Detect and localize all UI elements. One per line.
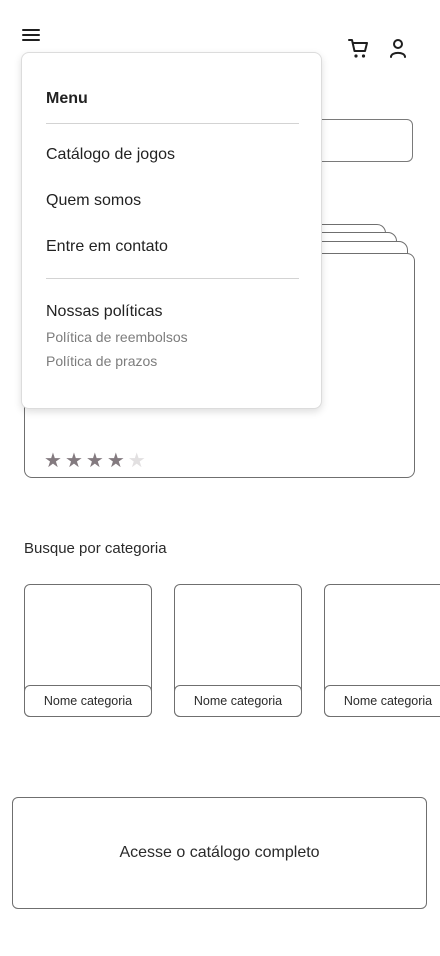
star-filled-icon: ★: [64, 450, 83, 472]
category-label: Nome categoria: [324, 685, 440, 717]
hamburger-menu-icon-glyph: [22, 29, 40, 41]
category-label: Nome categoria: [174, 685, 302, 717]
shopping-cart-icon[interactable]: [346, 36, 370, 60]
menu-divider: [46, 278, 299, 279]
category-label: Nome categoria: [24, 685, 152, 717]
full-catalog-button[interactable]: Acesse o catálogo completo: [12, 797, 427, 909]
user-profile-icon[interactable]: [387, 36, 409, 60]
star-empty-icon: ★: [127, 450, 146, 472]
menu-item-catalogo[interactable]: Catálogo de jogos: [46, 146, 175, 164]
menu-subitem-prazos[interactable]: Política de prazos: [46, 353, 157, 369]
categories-title: Busque por categoria: [24, 540, 167, 557]
hamburger-menu-icon[interactable]: [20, 24, 42, 46]
category-card[interactable]: Nome categoria: [324, 584, 440, 717]
star-filled-icon: ★: [106, 450, 125, 472]
menu-dropdown: Menu Catálogo de jogos Quem somos Entre …: [21, 52, 322, 409]
menu-item-contato[interactable]: Entre em contato: [46, 238, 168, 256]
menu-item-politicas[interactable]: Nossas políticas: [46, 303, 163, 321]
menu-divider: [46, 123, 299, 124]
shopping-cart-icon-glyph: [348, 39, 368, 58]
user-profile-icon-glyph: [390, 39, 406, 58]
star-filled-icon: ★: [44, 450, 62, 472]
menu-item-quem-somos[interactable]: Quem somos: [46, 192, 141, 210]
menu-title: Menu: [46, 90, 88, 107]
category-card[interactable]: Nome categoria: [174, 584, 302, 717]
product-rating: ★ ★ ★ ★ ★: [44, 449, 146, 473]
star-filled-icon: ★: [85, 450, 104, 472]
category-card[interactable]: Nome categoria: [24, 584, 152, 717]
menu-subitem-reembolsos[interactable]: Política de reembolsos: [46, 329, 188, 345]
